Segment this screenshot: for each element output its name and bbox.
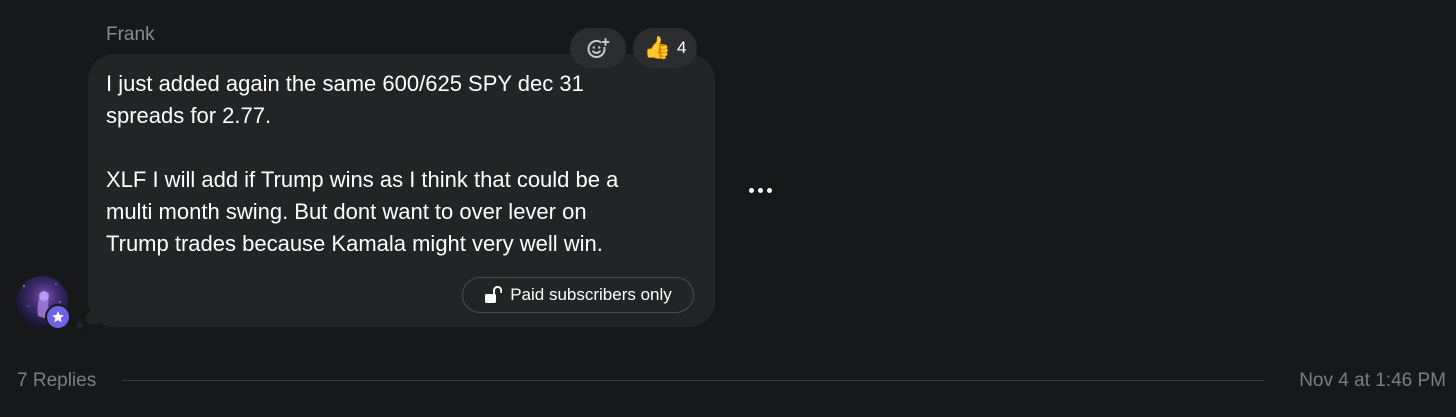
- message-line: I just added again the same 600/625 SPY …: [106, 71, 584, 96]
- star-icon: [52, 311, 64, 323]
- comment-timestamp[interactable]: Nov 4 at 1:46 PM: [1299, 370, 1446, 392]
- divider: [122, 380, 1264, 381]
- message-body: I just added again the same 600/625 SPY …: [106, 68, 696, 260]
- reaction-count: 4: [676, 38, 687, 57]
- replies-link[interactable]: 7 Replies: [17, 370, 96, 392]
- more-dots-icon: [748, 187, 754, 193]
- unlock-icon: [485, 285, 503, 303]
- message-line: multi month swing. But dont want to over…: [106, 199, 587, 224]
- thumbs-up-icon: 👍: [643, 35, 671, 60]
- comment-thread: Frank I just added again the same 600/62…: [0, 0, 1456, 417]
- bubble-tail: [86, 311, 100, 325]
- paid-subscribers-badge[interactable]: Paid subscribers only: [462, 277, 694, 313]
- add-reaction-button[interactable]: [570, 28, 626, 68]
- thumbs-up-reaction[interactable]: 👍 4: [633, 28, 697, 68]
- message-line: spreads for 2.77.: [106, 103, 272, 128]
- add-emoji-icon: [587, 38, 610, 58]
- subscriber-badge: [45, 304, 71, 330]
- message-line: XLF I will add if Trump wins as I think …: [106, 167, 619, 192]
- paid-label: Paid subscribers only: [510, 285, 672, 304]
- message-line: Trump trades because Kamala might very w…: [106, 231, 603, 256]
- author-name[interactable]: Frank: [106, 24, 155, 46]
- bubble-tail: [76, 322, 83, 329]
- more-options-button[interactable]: [742, 178, 778, 202]
